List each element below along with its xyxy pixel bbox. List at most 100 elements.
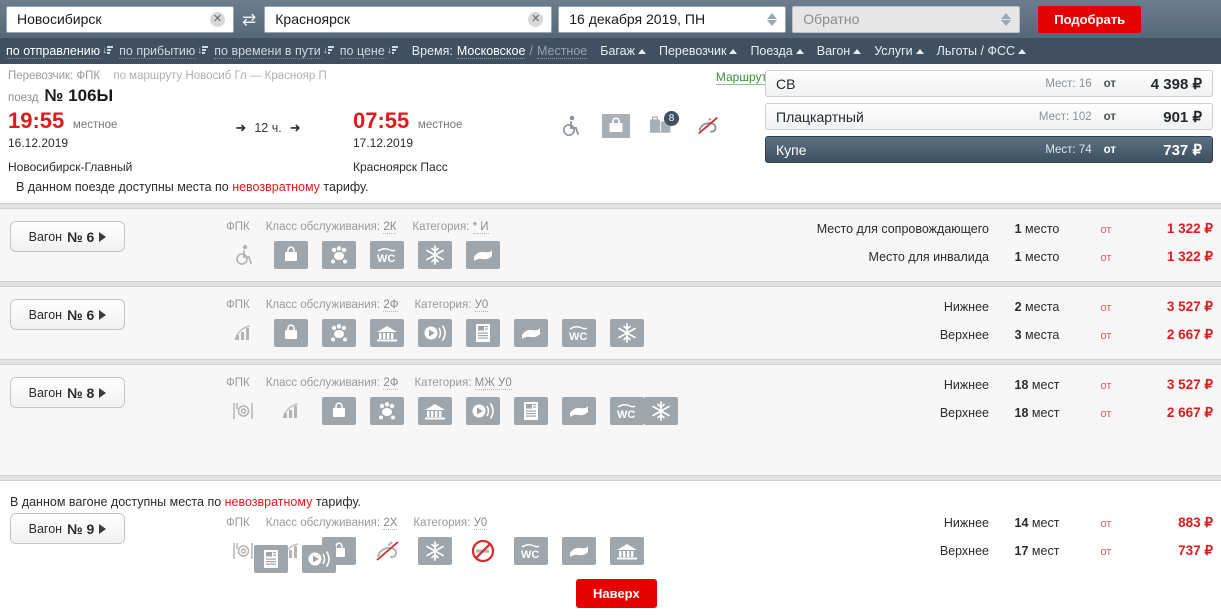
wagon-select-button-6b[interactable]: Вагон № 6: [10, 299, 125, 330]
filter-menu-wagon[interactable]: Вагон: [817, 44, 862, 58]
seat-type: Место для сопровождающего: [816, 222, 989, 236]
filter-menu-baggage[interactable]: Багаж: [600, 44, 646, 58]
class-row-kupe[interactable]: Купе Мест: 74 от 737 ₽: [765, 136, 1213, 163]
filter-menu-services[interactable]: Услуги: [874, 44, 924, 58]
seat-from-label: от: [1100, 330, 1112, 342]
chevron-right-icon: [99, 231, 107, 242]
arrival-date: 17.12.2019: [353, 136, 414, 150]
arrival-block: 07:55 местное 17.12.2019 Красноярск Пасс: [353, 108, 528, 174]
wagon-row: Вагон № 8 ФПК Класс обслуживания: 2Ф Кат…: [0, 365, 1221, 475]
service-class-label: Класс обслуживания:: [265, 299, 381, 311]
train-number: № 106Ы: [44, 86, 114, 105]
time-local-option[interactable]: Местное: [536, 44, 588, 59]
class-from-label: от: [1103, 110, 1116, 123]
seat-price-row: Место для сопровождающего 1 место от 1 3…: [753, 221, 1213, 249]
arrival-time-kind: местное: [417, 119, 463, 131]
bedding-icon: [466, 241, 500, 269]
filter-menu-carrier[interactable]: Перевозчик: [659, 44, 738, 58]
seat-from-label: от: [1100, 302, 1112, 314]
wagon-button-label: Вагон: [28, 307, 63, 322]
press-icon: [254, 545, 288, 573]
filter-menu-trains[interactable]: Поезда: [750, 44, 804, 58]
destination-input[interactable]: [273, 10, 529, 28]
train-feature-icons: 8: [556, 108, 722, 138]
chevron-up-icon: [853, 48, 862, 54]
wagon-select-button-9[interactable]: Вагон № 9: [10, 513, 125, 544]
swap-arrows-icon[interactable]: ⇄: [240, 11, 258, 28]
departure-date: 16.12.2019: [8, 136, 69, 150]
museum-ticket-icon: [418, 397, 452, 425]
wagon-button-number: № 8: [67, 384, 95, 401]
seat-count-word: место: [1025, 222, 1060, 236]
sort-by-duration[interactable]: по времени в пути ↓: [214, 44, 337, 59]
origin-input[interactable]: [15, 10, 210, 28]
service-class-value: 2Ф: [383, 377, 399, 390]
wagon-seat-prices: Место для сопровождающего 1 место от 1 3…: [753, 221, 1213, 277]
service-class-value: 2Х: [383, 517, 398, 530]
wagon-carrier: ФПК: [226, 299, 250, 311]
scroll-to-top-button[interactable]: Наверх: [576, 579, 657, 608]
return-date-field[interactable]: [792, 5, 1021, 33]
destination-field[interactable]: ✕: [264, 5, 553, 33]
wagon-row: Вагон № 6 ФПК Класс обслуживания: 2К Кат…: [0, 209, 1221, 281]
seat-count-number: 3: [1014, 328, 1022, 342]
arrow-right-icon: ➜: [289, 120, 301, 135]
class-seats: Мест: 74: [1045, 143, 1092, 156]
wagon-select-button-6a[interactable]: Вагон № 6: [10, 221, 125, 252]
category-label: Категория:: [414, 377, 472, 389]
seat-count-word: места: [1025, 300, 1060, 314]
wifi-signal-icon: [274, 397, 308, 425]
filter-menu-services-label: Услуги: [874, 44, 913, 58]
return-date-stepper[interactable]: [1001, 12, 1012, 26]
wagon-amenity-icons: WC: [226, 397, 696, 425]
sort-by-price[interactable]: по цене ↓: [339, 44, 402, 59]
category-label: Категория:: [412, 221, 470, 233]
filter-menu-trains-label: Поезда: [750, 44, 793, 58]
search-submit-button[interactable]: Подобрать: [1038, 5, 1142, 33]
class-row-platskart[interactable]: Плацкартный Мест: 102 от 901 ₽: [765, 103, 1213, 130]
bedding-icon: [562, 397, 596, 425]
seat-type: Верхнее: [939, 328, 989, 342]
multimedia-icon: [302, 545, 336, 573]
departure-date-input[interactable]: [567, 10, 768, 28]
clear-destination-icon[interactable]: ✕: [528, 11, 544, 27]
pets-icon: [370, 397, 404, 425]
wagon-amenity-icons: WC: [226, 319, 696, 347]
no-smoking-icon: [466, 537, 500, 565]
seat-price-row: Нижнее 18 мест от 3 527 ₽: [753, 377, 1213, 405]
seat-count-number: 2: [1014, 300, 1022, 314]
class-from-label: от: [1103, 143, 1116, 156]
filter-bar: по отправлению ↓ по прибытию ↓ по времен…: [0, 38, 1221, 64]
clear-origin-icon[interactable]: ✕: [210, 11, 225, 27]
wagon-seat-prices: Нижнее 2 места от 3 527 ₽ Верхнее 3 мест…: [753, 299, 1213, 355]
class-seats: Мест: 16: [1045, 77, 1092, 90]
category-value: У0: [474, 299, 489, 312]
origin-field[interactable]: ✕: [6, 5, 234, 33]
seat-count-number: 18: [1014, 378, 1029, 392]
wagon-select-button-8[interactable]: Вагон № 8: [10, 377, 125, 408]
route-link[interactable]: Маршрут: [715, 70, 767, 85]
seat-count-word: мест: [1031, 378, 1060, 392]
departure-date-field[interactable]: [558, 5, 787, 33]
chevron-right-icon: [99, 309, 107, 320]
class-price: 737 ₽: [1163, 141, 1202, 159]
seat-price: 3 527 ₽: [1166, 377, 1213, 392]
wagon-carrier: ФПК: [226, 517, 250, 529]
return-date-input[interactable]: [801, 10, 1002, 28]
air-conditioning-icon: [610, 319, 644, 347]
class-row-sv[interactable]: СВ Мест: 16 от 4 398 ₽: [765, 70, 1213, 97]
museum-ticket-icon: [370, 319, 404, 347]
service-class-list: СВ Мест: 16 от 4 398 ₽ Плацкартный Мест:…: [765, 70, 1213, 169]
date-stepper[interactable]: [767, 12, 778, 26]
search-bar: ✕ ⇄ ✕ Подобрать: [0, 0, 1221, 38]
sort-by-arrival[interactable]: по прибытию ↓: [119, 44, 212, 59]
wagon-carrier: ФПК: [226, 377, 250, 389]
sort-arrow-icon: ↓: [323, 45, 334, 57]
sort-by-departure[interactable]: по отправлению ↓: [6, 44, 117, 59]
time-moscow-option[interactable]: Московское: [456, 44, 526, 59]
filter-menu-benefits[interactable]: Льготы / ФСС: [937, 44, 1027, 58]
notice-highlight: невозвратному: [232, 180, 320, 194]
seat-price-row: Место для инвалида 1 место от 1 322 ₽: [753, 249, 1213, 277]
seat-type: Верхнее: [939, 544, 989, 558]
seat-price-row: Верхнее 17 мест от 737 ₽: [753, 543, 1213, 571]
